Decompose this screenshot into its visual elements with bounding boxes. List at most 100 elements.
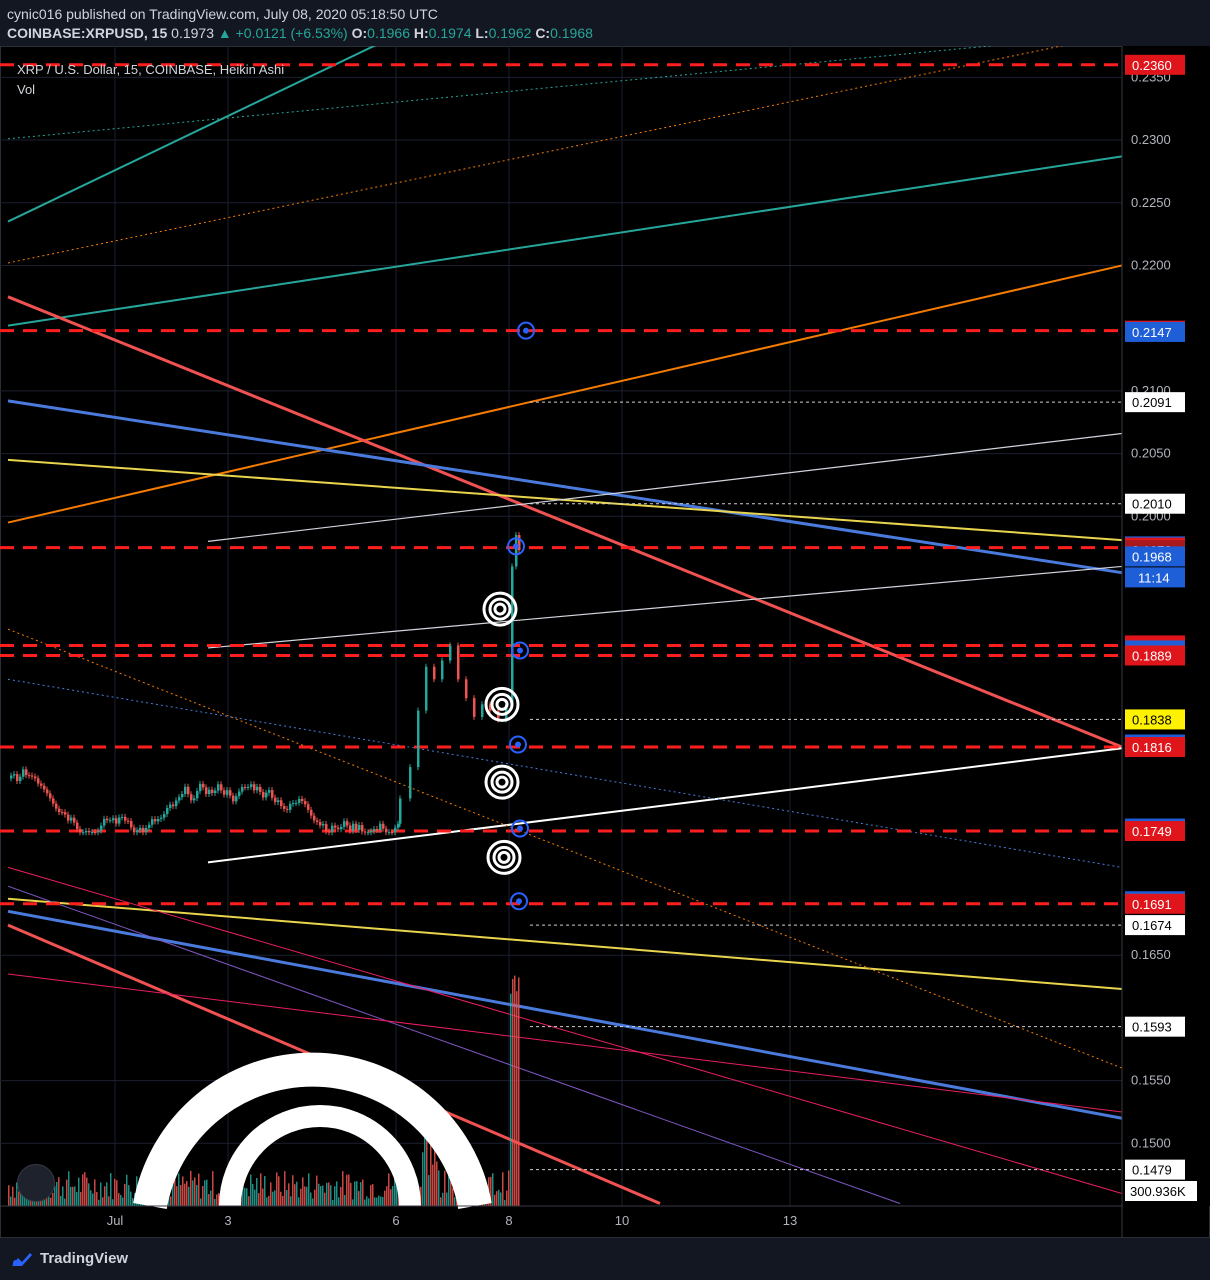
candle-body — [148, 824, 151, 828]
candle-body — [358, 825, 361, 830]
candle-body — [301, 798, 304, 802]
volume-bar — [264, 1175, 266, 1206]
candle-body — [417, 710, 420, 768]
volume-bar — [434, 1147, 436, 1206]
volume-bar — [54, 1185, 56, 1206]
low-label: L: — [475, 25, 489, 41]
candle-body — [465, 679, 468, 699]
volume-bar — [362, 1179, 364, 1206]
volume-bar — [116, 1180, 118, 1206]
volume-bar — [422, 1152, 424, 1206]
price-label: 0.1838 — [1132, 712, 1172, 727]
x-tick-label: 3 — [224, 1213, 231, 1228]
candle-body — [28, 775, 31, 777]
volume-bar — [284, 1171, 286, 1206]
candle-body — [22, 769, 25, 777]
volume-bar — [204, 1180, 206, 1206]
volume-bar — [314, 1189, 316, 1206]
price-label: 0.2010 — [1132, 497, 1172, 512]
candle-body — [304, 801, 307, 805]
volume-bar — [74, 1186, 76, 1206]
candle-body — [31, 775, 34, 777]
volume-bar — [118, 1193, 120, 1206]
candle-body — [109, 820, 112, 822]
candle-body — [67, 814, 70, 821]
volume-bar — [112, 1199, 114, 1206]
tradingview-logo-icon — [12, 1253, 32, 1266]
candle-body — [46, 789, 49, 794]
volume-bar — [128, 1185, 130, 1206]
trend-line — [207, 747, 1123, 864]
candle-body — [328, 831, 331, 833]
candle-body — [370, 831, 373, 833]
price-change: ▲ +0.0121 (+6.53%) — [217, 25, 348, 41]
candle-body — [349, 825, 352, 831]
countdown-label: 11:14 — [1138, 570, 1170, 585]
volume-bar — [260, 1173, 262, 1206]
candle-body — [316, 820, 319, 822]
candle-body — [265, 792, 268, 798]
trend-line — [7, 678, 1123, 868]
candle-body — [25, 769, 28, 776]
candle-body — [193, 798, 196, 801]
volume-legend[interactable]: Vol — [17, 82, 284, 97]
candle-body — [409, 767, 412, 799]
candle-body — [214, 790, 217, 794]
candle-body — [286, 808, 289, 810]
volume-bar — [110, 1173, 112, 1206]
volume-bar — [188, 1186, 190, 1206]
low-value: 0.1962 — [488, 25, 532, 41]
trend-line — [207, 565, 1123, 649]
x-tick-label: 13 — [783, 1213, 797, 1228]
volume-bar — [296, 1181, 298, 1206]
volume-bar — [498, 1189, 500, 1206]
volume-bar — [178, 1173, 180, 1206]
volume-bar — [500, 1192, 502, 1206]
tradingview-badge-icon[interactable] — [17, 1164, 55, 1202]
volume-bar — [90, 1190, 92, 1206]
volume-bar — [336, 1181, 338, 1206]
volume-bar — [308, 1173, 310, 1206]
chart-title[interactable]: XRP / U.S. Dollar, 15, COINBASE, Heikin … — [17, 62, 284, 77]
candle-body — [238, 791, 241, 797]
candle-body — [283, 805, 286, 809]
trend-line — [7, 264, 1123, 524]
candle-body — [449, 645, 452, 661]
close-label: C: — [535, 25, 551, 41]
x-tick-label: 6 — [392, 1213, 399, 1228]
candle-body — [154, 819, 157, 822]
volume-bar — [198, 1173, 200, 1206]
trend-lines — [7, 46, 1123, 1205]
volume-bar — [56, 1181, 58, 1206]
candle-body — [394, 827, 397, 833]
symbol-name[interactable]: COINBASE:XRPUSD, 15 — [7, 25, 167, 41]
price-label: 0.1593 — [1132, 1020, 1172, 1035]
volume-bar — [282, 1196, 284, 1206]
volume-bar — [66, 1179, 68, 1206]
volume-bar — [326, 1182, 328, 1206]
candle-body — [106, 818, 109, 821]
volume-bar — [280, 1191, 282, 1206]
candle-body — [130, 820, 133, 828]
volume-bar — [348, 1174, 350, 1206]
volume-bar — [210, 1190, 212, 1206]
volume-bar — [390, 1189, 392, 1206]
price-label: 0.2147 — [1132, 325, 1172, 340]
volume-bar — [104, 1186, 106, 1206]
trend-line — [7, 628, 1123, 1069]
candle-body — [43, 785, 46, 790]
candle-body — [307, 804, 310, 810]
volume-bar — [98, 1199, 100, 1206]
volume-bar — [200, 1198, 202, 1206]
volume-bar — [320, 1186, 322, 1206]
volume-bar — [374, 1197, 376, 1206]
candle-body — [94, 832, 97, 834]
volume-bar — [352, 1199, 354, 1206]
volume-bar — [334, 1186, 336, 1206]
volume-bar — [372, 1184, 374, 1206]
volume-bar — [262, 1188, 264, 1206]
candle-body — [322, 824, 325, 826]
price-chart[interactable]: 0.23500.23000.22500.22000.21000.20500.20… — [0, 46, 1210, 1238]
candle-body — [160, 817, 163, 819]
footer-brand[interactable]: TradingView — [40, 1250, 128, 1267]
